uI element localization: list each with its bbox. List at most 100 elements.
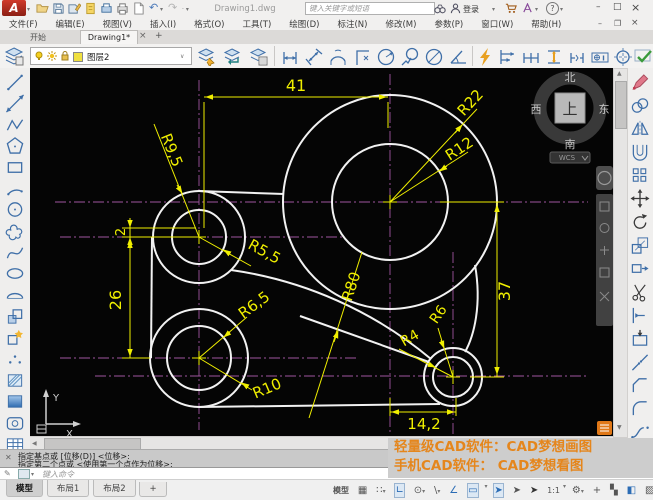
new-file-icon[interactable] — [132, 2, 145, 15]
dim-arc-length-icon[interactable] — [328, 47, 348, 67]
array-icon[interactable] — [630, 166, 650, 185]
vscroll-thumb[interactable] — [615, 81, 627, 129]
object-snap-dropdown-icon[interactable]: ▾ — [484, 483, 487, 490]
dim-break-icon[interactable] — [567, 47, 587, 67]
redo-icon[interactable]: ↷ — [168, 1, 177, 14]
dim-quick-icon[interactable] — [476, 47, 496, 67]
polar-tracking-icon[interactable]: ⊙▾ — [414, 481, 425, 500]
menu-item[interactable]: 工具(T) — [233, 16, 280, 31]
stretch-icon[interactable] — [630, 259, 650, 278]
plot-icon[interactable] — [100, 2, 113, 15]
spline-icon[interactable] — [4, 243, 26, 262]
app-logo[interactable]: A — [2, 0, 26, 16]
revision-cloud-icon[interactable] — [4, 222, 26, 241]
hatch-icon[interactable] — [4, 371, 26, 390]
logo-dropdown-icon[interactable]: ▾ — [27, 6, 30, 13]
copy-icon[interactable] — [630, 96, 650, 115]
move-icon[interactable] — [630, 189, 650, 208]
export-icon[interactable] — [84, 2, 97, 15]
scroll-left-icon[interactable]: ◀ — [32, 440, 37, 447]
login-dropdown-icon[interactable]: ▾ — [492, 6, 495, 13]
scroll-up-icon[interactable]: ▲ — [617, 70, 622, 77]
help-icon[interactable]: ? — [546, 2, 559, 15]
scroll-down-icon[interactable]: ▼ — [617, 424, 622, 431]
isolate-objects-icon[interactable]: ▚ — [610, 481, 618, 500]
grid-toggle-icon[interactable]: ▦ — [358, 481, 367, 500]
command-dropdown-icon[interactable]: ▾ — [31, 471, 34, 478]
login-link[interactable]: 登录 — [463, 4, 479, 15]
graphics-performance-icon[interactable]: ◧ — [627, 481, 636, 500]
scale-icon[interactable] — [630, 236, 650, 255]
dim-baseline-icon[interactable] — [498, 47, 518, 67]
dim-check-icon[interactable] — [634, 47, 653, 67]
ortho-toggle-icon[interactable]: ∟ — [394, 483, 404, 498]
dim-radius-icon[interactable] — [376, 47, 396, 67]
tab-add-icon[interactable]: + — [155, 31, 163, 41]
menu-item[interactable]: 标注(N) — [328, 16, 376, 31]
layer-combobox[interactable]: 图层2 ∨ — [30, 47, 192, 65]
layer-properties-icon[interactable] — [4, 46, 24, 66]
settings-gear-icon[interactable]: ⚙▾ — [572, 481, 584, 500]
menu-item[interactable]: 绘图(D) — [280, 16, 328, 31]
store-dropdown-icon[interactable]: ▾ — [535, 6, 538, 13]
dim-continue-icon[interactable] — [521, 47, 541, 67]
doc-close-button[interactable]: × — [631, 18, 639, 28]
osnap-tracking-icon[interactable]: ∠ — [449, 481, 458, 500]
command-options-icon[interactable] — [18, 469, 30, 479]
menu-item[interactable]: 帮助(H) — [522, 16, 570, 31]
polyline-icon[interactable] — [4, 115, 26, 134]
model-space-toggle[interactable]: 模型 — [333, 481, 349, 500]
dim-linear-icon[interactable] — [280, 47, 300, 67]
dim-tolerance-icon[interactable] — [590, 47, 610, 67]
dim-center-mark-icon[interactable] — [613, 47, 633, 67]
user-icon[interactable] — [450, 3, 461, 14]
fillet-icon[interactable] — [630, 399, 650, 418]
join-icon[interactable] — [630, 353, 650, 372]
menu-item[interactable]: 视图(V) — [94, 16, 141, 31]
menu-item[interactable]: 插入(I) — [141, 16, 185, 31]
window-minimize-button[interactable]: – — [596, 2, 601, 12]
insert-block-icon[interactable] — [4, 307, 26, 326]
cart-icon[interactable] — [505, 3, 517, 14]
rectangle-icon[interactable] — [4, 158, 26, 177]
annotation-scale-control[interactable]: 1:1 — [547, 481, 560, 500]
menu-item[interactable]: 编辑(E) — [47, 16, 94, 31]
offset-icon[interactable] — [630, 143, 650, 162]
scale-dropdown-icon[interactable]: ▾ — [563, 483, 566, 490]
tab-start[interactable]: 开始 — [14, 31, 62, 44]
ellipse-icon[interactable] — [4, 264, 26, 283]
add-status-icon[interactable]: + — [593, 481, 601, 500]
tab-close-icon[interactable]: × — [139, 31, 147, 41]
trim-scissors-icon[interactable] — [630, 283, 650, 302]
undo-dropdown-icon[interactable]: ▾ — [160, 6, 163, 13]
undo-icon[interactable]: ↶ — [149, 1, 158, 14]
menu-item[interactable]: 窗口(W) — [472, 16, 522, 31]
app-store-icon[interactable] — [522, 3, 533, 14]
print-icon[interactable] — [116, 2, 129, 15]
make-layer-current-icon[interactable] — [196, 46, 216, 66]
dim-jogged-icon[interactable] — [400, 47, 420, 67]
snap-toggle-icon[interactable]: ∷▾ — [376, 481, 385, 500]
line-icon[interactable] — [4, 73, 26, 92]
qat-more-icon[interactable]: · ▾ — [182, 6, 189, 13]
doc-restore-button[interactable]: ❐ — [614, 19, 621, 28]
previous-layer-icon[interactable] — [222, 46, 242, 66]
dim-aligned-icon[interactable] — [304, 47, 324, 67]
close-command-icon[interactable]: ✕ — [5, 453, 12, 462]
window-close-button[interactable]: × — [631, 1, 640, 14]
menu-item[interactable]: 文件(F) — [0, 16, 47, 31]
help-dropdown-icon[interactable]: ▾ — [560, 6, 563, 13]
menu-item[interactable]: 修改(M) — [376, 16, 425, 31]
object-snap-icon[interactable]: ▭ — [467, 483, 478, 498]
region-icon[interactable] — [4, 414, 26, 433]
chamfer-icon[interactable] — [630, 376, 650, 395]
dim-diameter-icon[interactable] — [424, 47, 444, 67]
layer-lock-icon[interactable] — [60, 51, 70, 61]
search-binoculars-icon[interactable] — [434, 3, 446, 14]
gradient-icon[interactable] — [4, 392, 26, 411]
open-icon[interactable] — [36, 2, 49, 15]
arc-icon[interactable] — [4, 179, 26, 198]
window-maximize-button[interactable]: □ — [613, 2, 622, 12]
doc-minimize-button[interactable]: – — [598, 19, 602, 28]
clean-screen-icon[interactable]: ▨ — [645, 481, 653, 500]
